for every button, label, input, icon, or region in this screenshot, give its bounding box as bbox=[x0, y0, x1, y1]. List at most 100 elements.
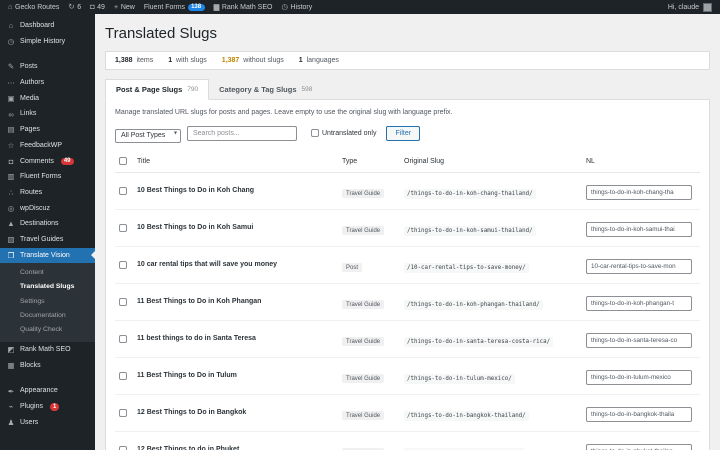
sidebar-submenu-item[interactable]: Settings bbox=[0, 295, 95, 309]
sidebar-item-pages[interactable]: ▤ Pages bbox=[0, 122, 95, 138]
sidebar-submenu-item[interactable]: Documentation bbox=[0, 309, 95, 323]
row-title[interactable]: 11 best things to do in Santa Teresa bbox=[133, 320, 338, 358]
col-original-slug: Original Slug bbox=[400, 151, 582, 173]
adminbar-account[interactable]: Hi, claude bbox=[667, 2, 712, 12]
sidebar-item-comments[interactable]: ◘ Comments 49 bbox=[0, 154, 95, 170]
row-type-badge: Travel Guide bbox=[342, 374, 385, 383]
row-checkbox[interactable] bbox=[119, 223, 127, 232]
sidebar-submenu: Content Translated Slugs Settings Docume… bbox=[0, 263, 95, 343]
tab-category-tag-slugs[interactable]: Category & Tag Slugs 598 bbox=[209, 79, 322, 99]
sidebar-item-feedbackwp[interactable]: ☆ FeedbackWP bbox=[0, 138, 95, 154]
wpdiscuz-icon: ◎ bbox=[7, 203, 15, 213]
filter-button[interactable]: Filter bbox=[386, 125, 421, 141]
row-title[interactable]: 12 Best Things to Do in Bangkok bbox=[133, 394, 338, 432]
sidebar-item-destinations[interactable]: ▲ Destinations bbox=[0, 216, 95, 232]
greeting-label: Hi, claude bbox=[667, 3, 699, 11]
row-checkbox[interactable] bbox=[119, 445, 127, 450]
stat-item: 1,387 without slugs bbox=[221, 57, 284, 64]
routes-icon: ∴ bbox=[8, 187, 14, 197]
sidebar-item-fluent-forms[interactable]: ▥ Fluent Forms bbox=[0, 169, 95, 185]
col-type: Type bbox=[338, 151, 400, 173]
row-title[interactable]: 10 Best Things to Do in Koh Chang bbox=[133, 172, 338, 210]
adminbar-item-label: Fluent Forms bbox=[143, 3, 186, 11]
sidebar-item-posts[interactable]: ✎ Posts bbox=[0, 59, 95, 75]
sidebar-item-links[interactable]: ∞ Links bbox=[0, 106, 95, 122]
row-title[interactable]: 10 Best Things to Do in Koh Samui bbox=[133, 209, 338, 247]
stat-item: 1 languages bbox=[298, 57, 339, 64]
sidebar-item-blocks[interactable]: ▦ Blocks bbox=[0, 358, 95, 374]
pages-icon: ▤ bbox=[7, 125, 15, 135]
row-nl-slug-input[interactable] bbox=[586, 407, 692, 422]
seo-chart-icon: ◩ bbox=[7, 345, 15, 355]
slugs-table: Title Type Original Slug NL 10 Best Thin… bbox=[115, 151, 700, 450]
sidebar-submenu-item[interactable]: Translated Slugs bbox=[0, 280, 95, 294]
sidebar-item-wpdiscuz[interactable]: ◎ wpDiscuz bbox=[0, 201, 95, 217]
sidebar-item-authors[interactable]: ⋯ Authors bbox=[0, 75, 95, 91]
adminbar-item[interactable]: + New bbox=[114, 3, 135, 11]
sidebar-item-dashboard[interactable]: ⌂ Dashboard bbox=[0, 18, 95, 34]
comments-bubble-icon: ◘ bbox=[90, 2, 95, 12]
post-type-select-wrap: All Post Types bbox=[115, 124, 181, 143]
sidebar-item-routes[interactable]: ∴ Routes bbox=[0, 185, 95, 201]
users-icon: ♟ bbox=[7, 417, 15, 427]
tab-post-page-slugs[interactable]: Post & Page Slugs 790 bbox=[105, 79, 210, 100]
sidebar-item-simple-history[interactable]: ◷ Simple History bbox=[0, 34, 95, 50]
chart-bar-icon: ▆ bbox=[213, 2, 220, 12]
blocks-grid-icon: ▦ bbox=[7, 360, 15, 370]
adminbar-item[interactable]: Fluent Forms 138 bbox=[143, 3, 205, 11]
sidebar-item-travel-guides[interactable]: ▧ Travel Guides bbox=[0, 232, 95, 248]
adminbar-item[interactable]: ↻ 6 bbox=[68, 3, 81, 11]
row-checkbox[interactable] bbox=[119, 408, 127, 417]
row-nl-slug-input[interactable] bbox=[586, 222, 692, 237]
post-type-select[interactable]: All Post Types bbox=[115, 128, 181, 143]
adminbar-item[interactable]: ▆ Rank Math SEO bbox=[214, 3, 273, 11]
row-title[interactable]: 11 Best Things to Do in Koh Phangan bbox=[133, 283, 338, 321]
translate-icon: ❐ bbox=[7, 250, 15, 260]
sidebar-item-media[interactable]: ▣ Media bbox=[0, 91, 95, 107]
untranslated-checkbox[interactable] bbox=[311, 129, 319, 138]
row-nl-slug-input[interactable] bbox=[586, 444, 692, 450]
row-checkbox[interactable] bbox=[119, 186, 127, 195]
select-all-checkbox[interactable] bbox=[119, 156, 127, 165]
table-header-row: Title Type Original Slug NL bbox=[115, 151, 700, 173]
row-nl-slug-input[interactable] bbox=[586, 185, 692, 200]
main-content: Translated Slugs 1,388 items 1 with slug… bbox=[95, 14, 720, 450]
row-checkbox[interactable] bbox=[119, 334, 127, 343]
adminbar-item[interactable]: ◷ History bbox=[281, 3, 312, 11]
sidebar-item-translate-vision[interactable]: ❐ Translate Vision bbox=[0, 247, 95, 264]
adminbar-item[interactable]: ⌂ Gecko Routes bbox=[8, 3, 59, 11]
untranslated-only-toggle[interactable]: Untranslated only bbox=[311, 129, 376, 138]
sidebar-item-users[interactable]: ♟ Users bbox=[0, 415, 95, 431]
row-nl-slug-input[interactable] bbox=[586, 333, 692, 348]
admin-sidebar: ⌂ Dashboard ◷ Simple History ✎ Posts ⋯ A… bbox=[0, 14, 95, 450]
comments-icon: ◘ bbox=[8, 156, 14, 166]
row-nl-slug-input[interactable] bbox=[586, 259, 692, 274]
slugs-panel: Manage translated URL slugs for posts an… bbox=[105, 99, 710, 450]
row-type-badge: Travel Guide bbox=[342, 300, 385, 309]
sidebar-item-label: Comments bbox=[20, 157, 54, 165]
sidebar-item-appearance[interactable]: ✒ Appearance bbox=[0, 383, 95, 399]
sidebar-item-plugins[interactable]: ⌁ Plugins 1 bbox=[0, 399, 95, 415]
row-nl-slug-input[interactable] bbox=[586, 296, 692, 311]
row-original-slug: /things-to-do-in-tulum-mexico/ bbox=[404, 373, 515, 384]
row-original-slug: /things-to-do-in-koh-samui-thailand/ bbox=[404, 225, 536, 236]
travel-guides-icon: ▧ bbox=[7, 235, 15, 245]
row-title[interactable]: 12 Best Things to do in Phuket bbox=[133, 431, 338, 450]
updates-icon: ↻ bbox=[68, 2, 75, 12]
sidebar-item-label: Users bbox=[20, 418, 39, 426]
row-checkbox[interactable] bbox=[119, 260, 127, 269]
row-title[interactable]: 10 car rental tips that will save you mo… bbox=[133, 246, 338, 284]
row-checkbox[interactable] bbox=[119, 297, 127, 306]
sidebar-item-label: Destinations bbox=[20, 220, 59, 228]
sidebar-submenu-item[interactable]: Content bbox=[0, 266, 95, 280]
row-title[interactable]: 11 Best Things to Do in Tulum bbox=[133, 357, 338, 395]
row-checkbox[interactable] bbox=[119, 371, 127, 380]
sidebar-item-rank-math-seo[interactable]: ◩ Rank Math SEO bbox=[0, 342, 95, 358]
row-nl-slug-input[interactable] bbox=[586, 370, 692, 385]
table-row: 10 car rental tips that will save you mo… bbox=[115, 246, 700, 284]
sidebar-submenu-item[interactable]: Quality Check bbox=[0, 323, 95, 337]
count-badge: 138 bbox=[187, 3, 205, 11]
row-type-badge: Travel Guide bbox=[342, 226, 385, 235]
adminbar-item[interactable]: ◘ 49 bbox=[90, 3, 105, 11]
search-input[interactable] bbox=[187, 125, 297, 141]
